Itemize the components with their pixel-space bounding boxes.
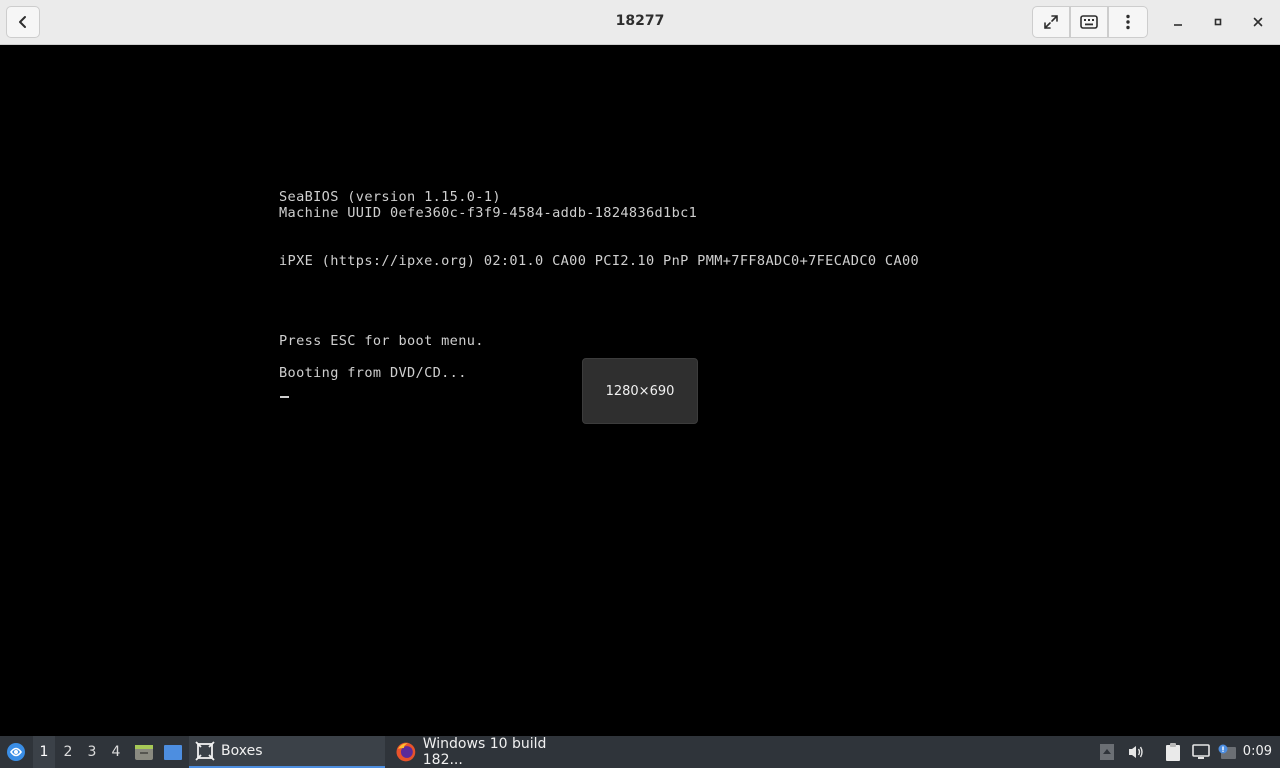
close-button[interactable]	[1244, 8, 1272, 36]
menu-button[interactable]	[1108, 6, 1148, 38]
network-button[interactable]	[1189, 736, 1213, 768]
task-label: Boxes	[221, 743, 263, 759]
boxes-app-icon	[195, 741, 215, 761]
clock[interactable]: 0:09	[1243, 736, 1272, 768]
tray-expand-button[interactable]	[1097, 736, 1117, 768]
task-button-boxes[interactable]: Boxes	[189, 736, 385, 768]
minimize-icon	[1174, 24, 1182, 26]
console-line: Machine UUID 0efe360c-f3f9-4584-addb-182…	[279, 205, 698, 221]
console-line: SeaBIOS (version 1.15.0-1)	[279, 189, 501, 205]
distro-logo-icon	[7, 743, 25, 761]
fullscreen-button[interactable]	[1032, 6, 1070, 38]
console-line: Booting from DVD/CD...	[279, 365, 467, 381]
workspace-2[interactable]: 2	[57, 736, 79, 768]
header-bar: 18277	[0, 0, 1280, 45]
arrow-left-icon	[19, 16, 26, 28]
vm-display[interactable]: SeaBIOS (version 1.15.0-1) Machine UUID …	[0, 45, 1280, 736]
keyboard-icon	[1080, 15, 1098, 29]
maximize-button[interactable]	[1204, 8, 1232, 36]
maximize-icon	[1214, 18, 1222, 26]
text-cursor	[280, 396, 289, 398]
network-icon	[1192, 744, 1210, 759]
workspace-4[interactable]: 4	[105, 736, 127, 768]
vertical-dots-icon	[1126, 14, 1130, 30]
notification-button[interactable]	[1215, 736, 1239, 768]
workspace-1[interactable]: 1	[33, 736, 55, 768]
triangle-up-icon	[1100, 744, 1114, 760]
taskbar: 1 2 3 4 Boxes Windows 10 build 182... 0:…	[0, 736, 1280, 768]
task-button-firefox[interactable]: Windows 10 build 182...	[389, 736, 589, 768]
keyboard-button[interactable]	[1070, 6, 1108, 38]
workspace-3[interactable]: 3	[81, 736, 103, 768]
console-line: Press ESC for boot menu.	[279, 333, 484, 349]
task-label: Windows 10 build 182...	[422, 736, 547, 768]
volume-button[interactable]	[1125, 736, 1147, 768]
console-line: iPXE (https://ipxe.org) 02:01.0 CA00 PCI…	[279, 253, 920, 269]
resolution-overlay: 1280×690	[582, 358, 698, 424]
app-menu-button[interactable]	[4, 736, 28, 768]
desktop-icon	[164, 744, 182, 760]
file-manager-launcher[interactable]	[133, 736, 155, 768]
header-button-group	[1032, 6, 1148, 38]
volume-icon	[1129, 746, 1143, 758]
clipboard-button[interactable]	[1162, 736, 1184, 768]
fullscreen-icon	[1044, 15, 1058, 29]
back-button[interactable]	[6, 6, 40, 38]
minimize-button[interactable]	[1164, 8, 1192, 36]
folder-icon	[135, 745, 153, 760]
close-icon	[1253, 17, 1263, 27]
firefox-icon	[396, 742, 416, 762]
clipboard-icon	[1166, 743, 1180, 761]
show-desktop-launcher[interactable]	[161, 736, 185, 768]
notification-icon	[1218, 744, 1236, 759]
